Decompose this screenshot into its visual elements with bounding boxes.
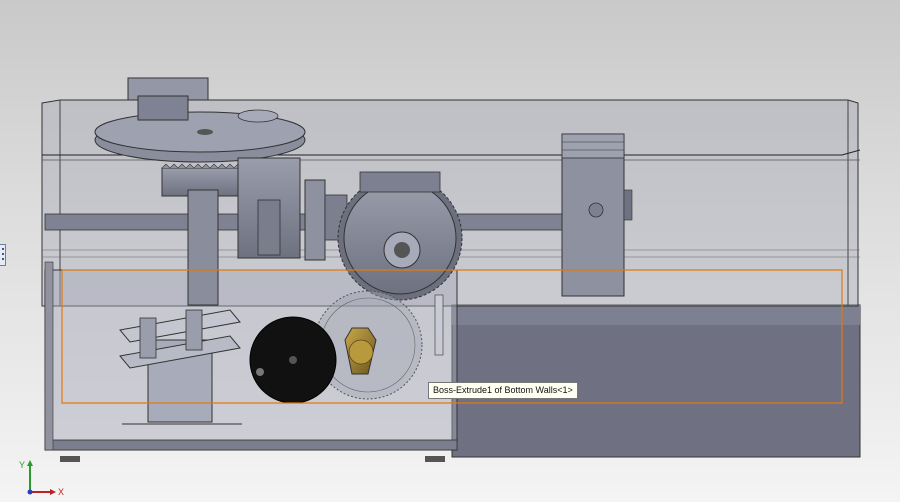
black-wheel[interactable] <box>249 316 337 404</box>
triad-x-label: X <box>58 487 64 497</box>
top-crank-disk[interactable] <box>94 77 306 163</box>
bottom-block[interactable] <box>451 304 861 458</box>
graphics-viewport[interactable] <box>0 0 900 502</box>
feature-manager-toggle-icon[interactable] <box>0 244 6 266</box>
triad-y-label: Y <box>19 460 25 470</box>
right-bracket[interactable] <box>561 133 633 297</box>
coordinate-triad-icon: X Y <box>19 460 64 497</box>
feature-tooltip: Boss-Extrude1 of Bottom Walls<1> <box>428 382 578 399</box>
